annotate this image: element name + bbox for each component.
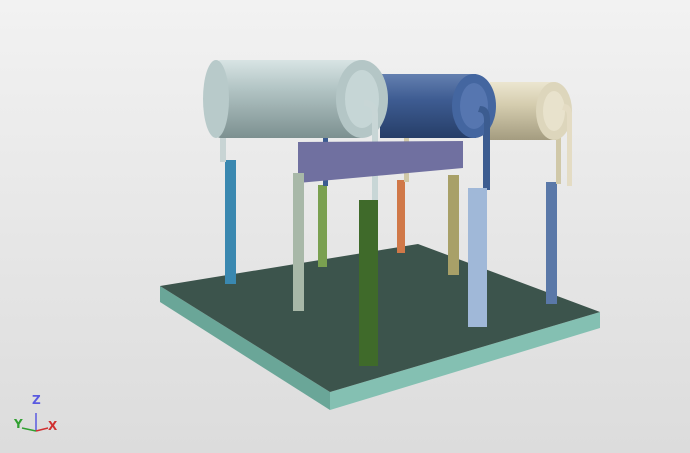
x-axis-label: X bbox=[48, 419, 58, 433]
y-axis-label: Y bbox=[13, 417, 23, 431]
3d-viewport[interactable]: Z Y X bbox=[0, 0, 690, 453]
pin-steel-blue bbox=[546, 182, 557, 304]
pin-green bbox=[318, 185, 327, 267]
z-axis-label: Z bbox=[32, 393, 41, 407]
cylinder-tan bbox=[490, 82, 572, 140]
pin-dark-green bbox=[359, 200, 378, 366]
plate bbox=[298, 141, 463, 183]
pin-olive bbox=[448, 175, 459, 275]
pin-grey-green bbox=[293, 173, 304, 311]
pin-orange bbox=[397, 180, 405, 253]
cylinder-blue bbox=[380, 74, 496, 138]
axis-triad: Z Y X bbox=[13, 393, 58, 433]
pin-light-blue bbox=[468, 188, 487, 327]
pin-teal bbox=[225, 160, 236, 284]
